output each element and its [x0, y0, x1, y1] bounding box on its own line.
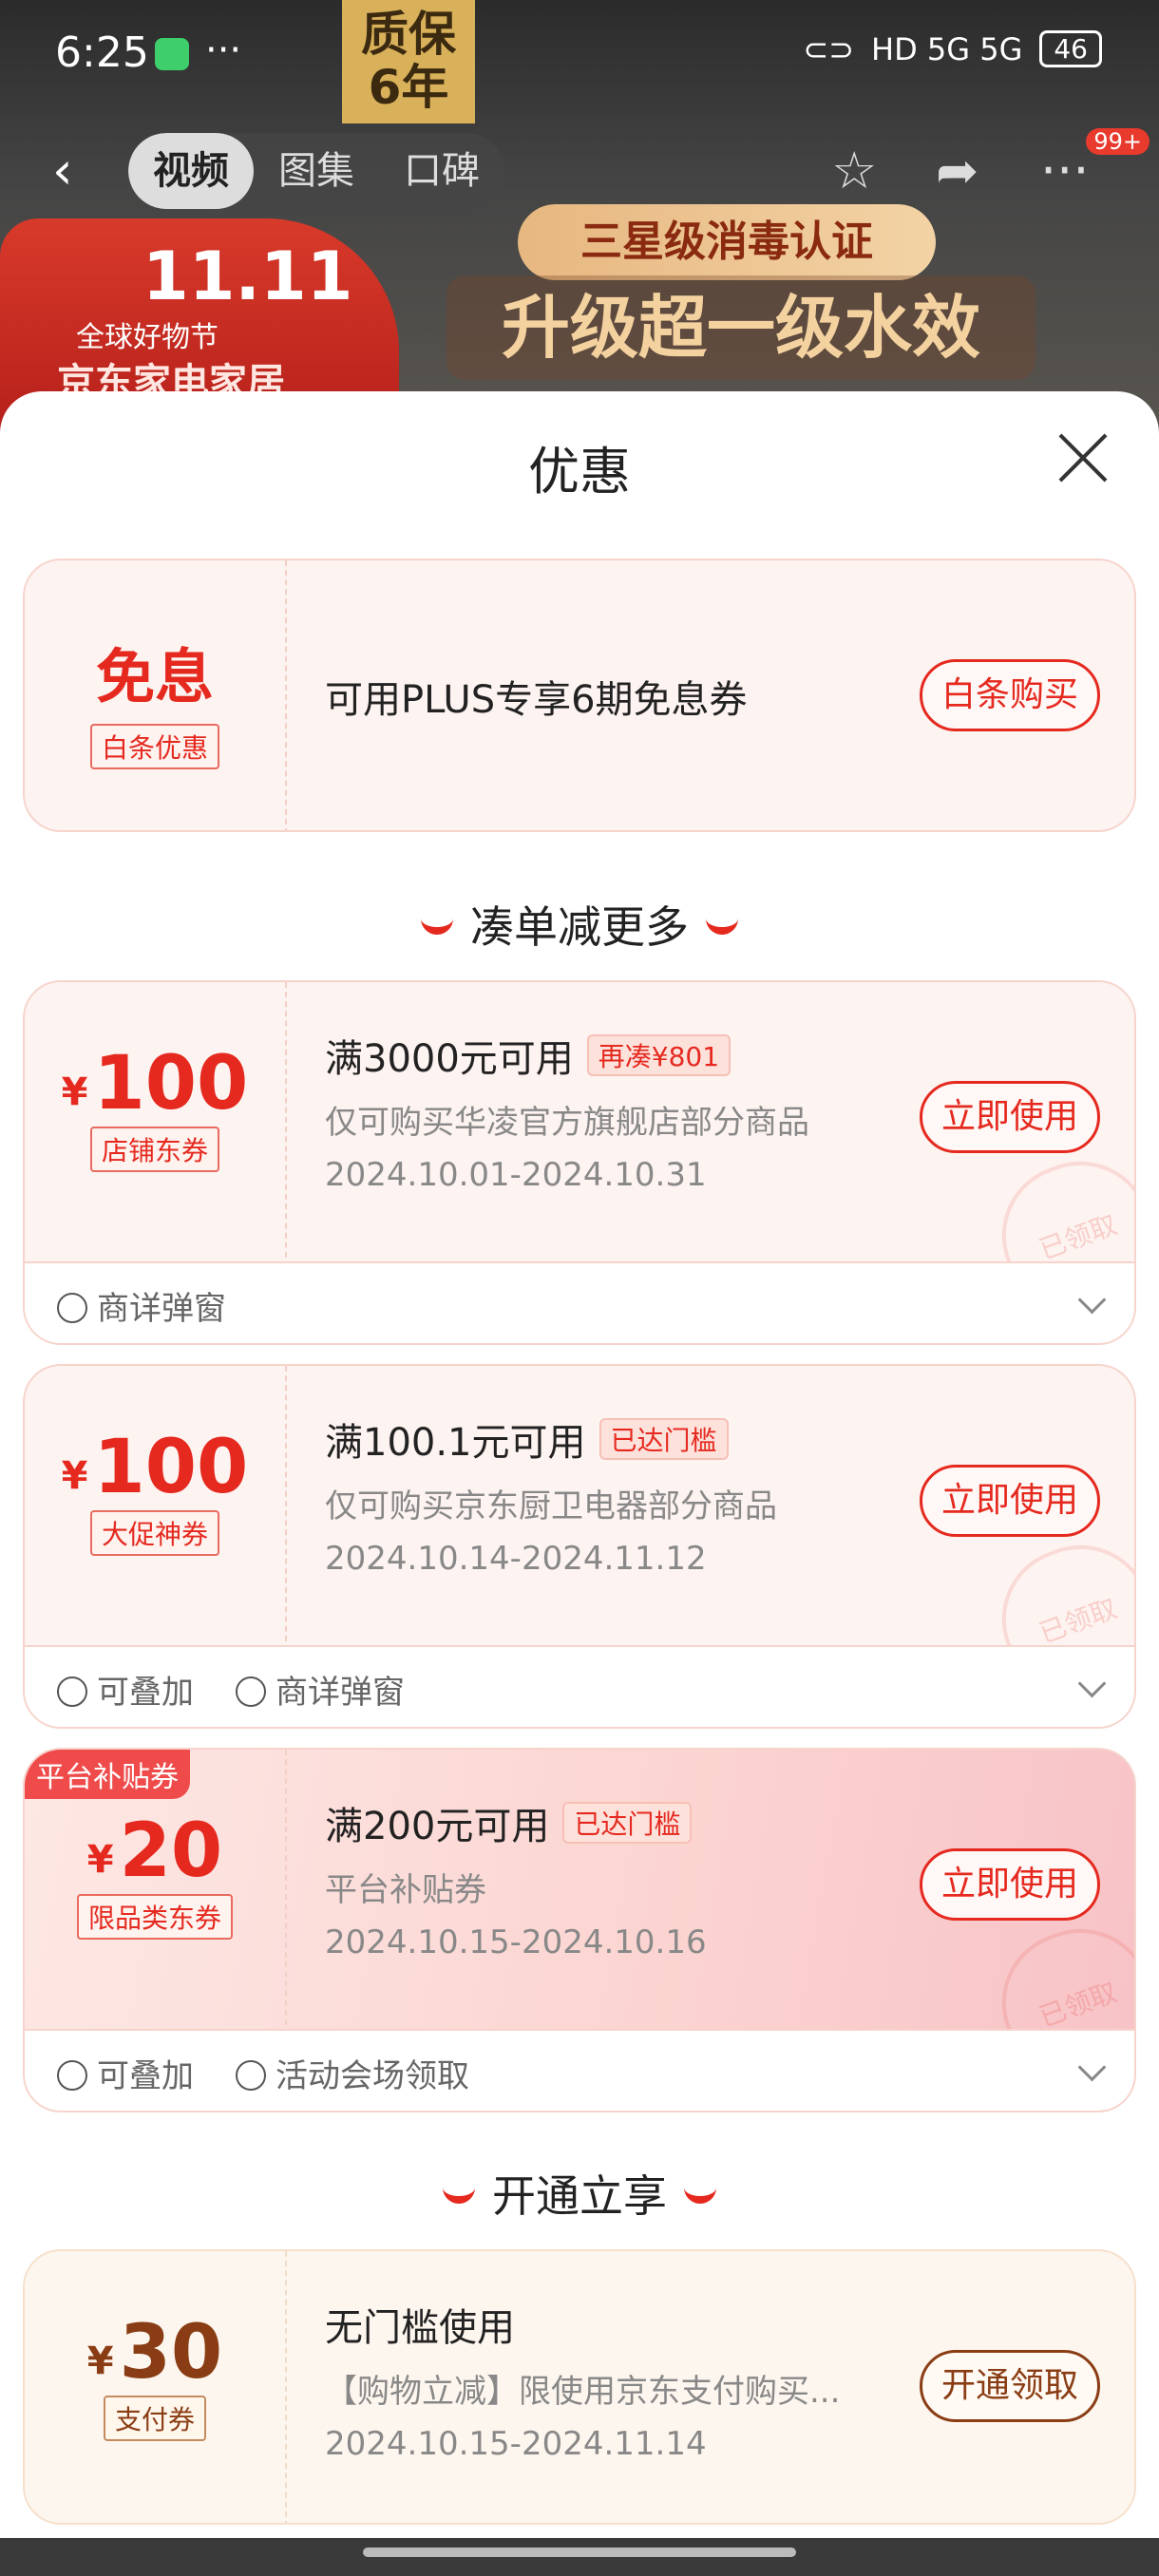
- status-icons: ⊂⊃ HD 5G 5G 46: [803, 30, 1102, 67]
- coupon-type-tag: 店铺东券: [89, 1127, 219, 1172]
- use-now-button[interactable]: 立即使用: [920, 1848, 1100, 1921]
- threshold-chip: 再凑¥801: [586, 1034, 732, 1076]
- threshold-chip: 已达门槛: [598, 1418, 729, 1460]
- close-icon[interactable]: [1054, 429, 1112, 486]
- coupon-type-tag: 限品类东券: [76, 1894, 233, 1940]
- efficiency-banner: 升级超一级水效: [446, 275, 1036, 380]
- popup-icon: [57, 1293, 87, 1323]
- coupon-validity: 2024.10.15-2024.11.14: [325, 2425, 707, 2463]
- wechat-icon: [155, 38, 189, 70]
- favorite-star-icon[interactable]: ☆: [831, 141, 877, 200]
- coupon-footer[interactable]: 可叠加 活动会场领取: [25, 2029, 1134, 2111]
- coupon-type-tag: 大促神券: [89, 1510, 219, 1556]
- coupon-footer[interactable]: 商详弹窗: [25, 1261, 1134, 1343]
- coupon-amount: 100: [93, 1425, 249, 1510]
- currency-symbol: ¥: [61, 1454, 88, 1498]
- signal-icon: HD 5G 5G: [871, 30, 1023, 67]
- activate-claim-button[interactable]: 开通领取: [920, 2350, 1100, 2422]
- coupon-scope: 仅可购买华凌官方旗舰店部分商品: [325, 1104, 809, 1142]
- sheet-title: 优惠: [528, 442, 631, 502]
- divider: [285, 1750, 287, 2035]
- chevron-down-icon[interactable]: [1077, 1669, 1107, 1698]
- share-icon[interactable]: ➦: [936, 141, 978, 200]
- coupon-card: ¥100 店铺东券 满3000元可用 再凑¥801 仅可购买华凌官方旗舰店部分商品…: [23, 980, 1136, 1345]
- interest-free-card: 免息 白条优惠 可用PLUS专享6期免息券 白条购买: [23, 559, 1136, 832]
- coupon-threshold: 满200元可用: [325, 1805, 550, 1848]
- home-indicator: [0, 2538, 1159, 2576]
- stackable-icon: [57, 1676, 87, 1707]
- coupon-scope: 仅可购买京东厨卫电器部分商品: [325, 1487, 777, 1525]
- section-title: 凑单减更多: [470, 901, 689, 953]
- smile-icon: [443, 2181, 475, 2204]
- popup-icon: [236, 1676, 266, 1707]
- use-now-button[interactable]: 立即使用: [920, 1465, 1100, 1537]
- more-menu-icon[interactable]: ···: [1040, 141, 1090, 200]
- venue-icon: [236, 2060, 266, 2091]
- platform-subsidy-badge: 平台补贴券: [25, 1750, 190, 1799]
- message-count-badge: 99+: [1086, 128, 1150, 155]
- hotspot-icon: ⊂⊃: [803, 30, 854, 67]
- coupon-scope: 【购物立减】限使用京东支付购买...: [325, 2373, 841, 2411]
- currency-symbol: ¥: [61, 1070, 88, 1114]
- battery-icon: 46: [1039, 30, 1102, 67]
- divider: [285, 2251, 287, 2523]
- baitiao-buy-button[interactable]: 白条购买: [920, 659, 1100, 731]
- footer-label: 活动会场领取: [276, 2057, 469, 2095]
- plus-coupon-text: 可用PLUS专享6期免息券: [325, 678, 748, 722]
- stackable-icon: [57, 2060, 87, 2091]
- currency-symbol: ¥: [86, 1838, 114, 1882]
- baitiao-tag: 白条优惠: [89, 724, 219, 769]
- use-now-button[interactable]: 立即使用: [920, 1081, 1100, 1153]
- back-icon[interactable]: ‹: [52, 141, 73, 200]
- home-bar[interactable]: [363, 2548, 796, 2557]
- section-heading-activate: 开通立享: [0, 2162, 1159, 2225]
- interest-free-label: 免息: [95, 642, 214, 711]
- smile-icon: [684, 2181, 716, 2204]
- discount-sheet: 优惠 免息 白条优惠 可用PLUS专享6期免息券 白条购买 凑单减更多 ¥100…: [0, 391, 1159, 2538]
- section-title: 开通立享: [492, 2170, 667, 2222]
- festival-subtitle: 全球好物节: [76, 321, 218, 354]
- status-bar: 6:25 ··· ⊂⊃ HD 5G 5G 46: [0, 0, 1159, 114]
- coupon-threshold: 无门槛使用: [325, 2306, 515, 2350]
- threshold-chip: 已达门槛: [562, 1802, 693, 1844]
- coupon-threshold: 满100.1元可用: [325, 1421, 586, 1465]
- coupon-card: ¥100 大促神券 满100.1元可用 已达门槛 仅可购买京东厨卫电器部分商品 2…: [23, 1364, 1136, 1729]
- coupon-amount: 20: [119, 1809, 223, 1894]
- coupon-validity: 2024.10.14-2024.11.12: [325, 1540, 707, 1578]
- section-heading-combine: 凑单减更多: [0, 893, 1159, 956]
- divider: [285, 560, 287, 830]
- media-tabs: 视频 图集 口碑: [128, 133, 504, 209]
- divider: [285, 1366, 287, 1651]
- tab-gallery[interactable]: 图集: [254, 133, 379, 209]
- coupon-threshold: 满3000元可用: [325, 1037, 574, 1081]
- more-notifications-icon: ···: [205, 28, 242, 72]
- currency-symbol: ¥: [86, 2339, 114, 2383]
- coupon-amount: 100: [93, 1041, 249, 1127]
- footer-label: 可叠加: [97, 2057, 194, 2095]
- coupon-footer[interactable]: 可叠加 商详弹窗: [25, 1645, 1134, 1727]
- footer-label: 商详弹窗: [97, 1290, 226, 1328]
- chevron-down-icon[interactable]: [1077, 1285, 1107, 1315]
- product-nav-bar: ‹ 视频 图集 口碑 ☆ ➦ ··· 99+: [0, 128, 1159, 209]
- chevron-down-icon[interactable]: [1077, 2053, 1107, 2082]
- smile-icon: [421, 912, 453, 935]
- coupon-type-tag: 支付券: [103, 2396, 206, 2441]
- coupon-card-platform: 平台补贴券 ¥20 限品类东券 满200元可用 已达门槛 平台补贴券 2024.1…: [23, 1748, 1136, 2112]
- coupon-validity: 2024.10.01-2024.10.31: [325, 1156, 707, 1194]
- divider: [285, 982, 287, 1267]
- coupon-scope: 平台补贴券: [325, 1871, 486, 1909]
- festival-logo: 11.11: [142, 237, 353, 315]
- footer-label: 可叠加: [97, 1674, 194, 1712]
- smile-icon: [706, 912, 738, 935]
- clock: 6:25: [55, 28, 149, 77]
- payment-coupon-card: ¥30 支付券 无门槛使用 【购物立减】限使用京东支付购买... 2024.10…: [23, 2249, 1136, 2525]
- footer-label: 商详弹窗: [276, 1674, 405, 1712]
- coupon-amount: 30: [119, 2310, 223, 2396]
- tab-reviews[interactable]: 口碑: [379, 133, 504, 209]
- certification-badge: 三星级消毒认证: [518, 204, 936, 280]
- coupon-validity: 2024.10.15-2024.10.16: [325, 1923, 707, 1961]
- tab-video[interactable]: 视频: [128, 133, 254, 209]
